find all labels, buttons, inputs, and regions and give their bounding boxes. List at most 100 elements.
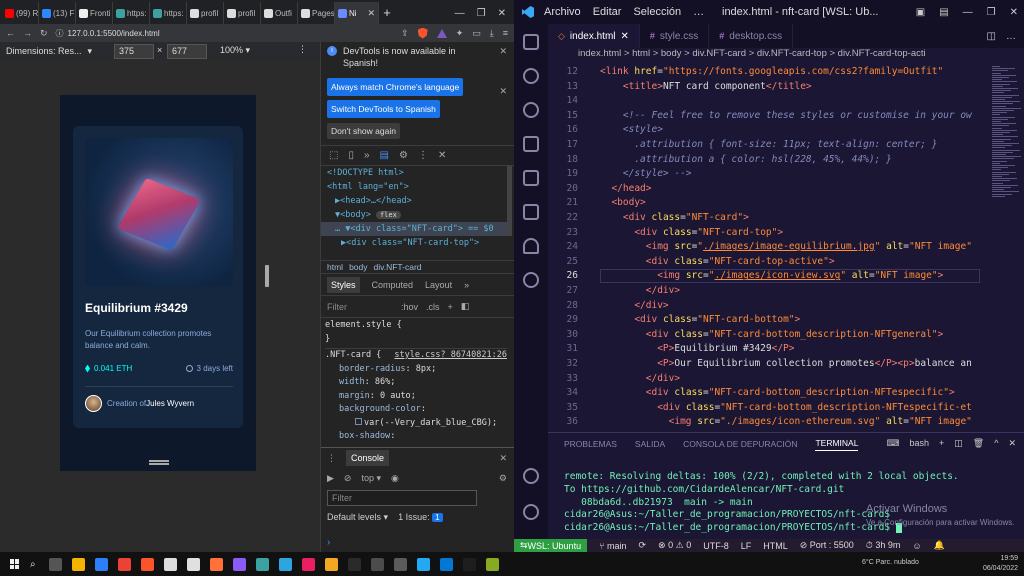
taskbar-app-icon[interactable] <box>462 557 476 571</box>
breadcrumb[interactable]: index.html > html > body > div.NFT-card … <box>548 48 1024 62</box>
code-line[interactable]: .attribution a { color: hsl(228, 45%, 44… <box>600 154 891 165</box>
taskbar-app-icon[interactable] <box>439 557 453 571</box>
minimize-icon[interactable]: — <box>455 8 465 19</box>
issues-button[interactable]: 1 Issue: 1 <box>398 512 443 522</box>
close-icon[interactable]: ✕ <box>1010 7 1018 18</box>
browser-tab[interactable]: Pages <box>298 2 335 24</box>
time-tracker[interactable]: ⏱ 3h 9m <box>866 540 901 551</box>
dont-show-button[interactable]: Don't show again <box>327 123 400 139</box>
css-property[interactable]: background-color: <box>325 403 507 417</box>
width-input[interactable]: 375 <box>114 44 154 59</box>
sidebar-icon[interactable]: ▭ <box>472 28 481 39</box>
tab-layout[interactable]: Layout <box>425 280 452 290</box>
explorer-icon[interactable] <box>523 34 539 50</box>
close-icon[interactable]: ✕ <box>498 8 506 19</box>
trash-icon[interactable]: 🗑 <box>973 438 984 449</box>
code-line[interactable]: <div class="NFT-card"> <box>600 212 749 223</box>
browser-tab[interactable]: profil <box>224 2 261 24</box>
taskbar-app-icon[interactable] <box>163 557 177 571</box>
breadcrumb-item[interactable]: html <box>327 262 343 272</box>
taskbar-app-icon[interactable] <box>255 557 269 571</box>
drawer-menu-icon[interactable]: ⋮ <box>327 453 336 464</box>
start-icon[interactable] <box>10 559 20 569</box>
resize-handle[interactable] <box>265 265 269 287</box>
messages-icon[interactable]: ▤ <box>380 150 389 161</box>
taskbar-app-icon[interactable] <box>140 557 154 571</box>
bottom-resize-handle[interactable] <box>149 460 169 465</box>
css-property[interactable]: var(--Very_dark_blue_CBG); <box>325 417 507 431</box>
menu-archivo[interactable]: Archivo <box>544 6 581 18</box>
problems-status[interactable]: ⊗ 0 ⚠ 0 <box>658 540 691 551</box>
taskbar-app-icon[interactable] <box>370 557 384 571</box>
search-icon[interactable] <box>523 68 539 84</box>
css-property[interactable]: margin: 0 auto; <box>325 390 507 404</box>
browser-tab[interactable]: profil <box>187 2 224 24</box>
browser-tab[interactable]: https: <box>113 2 150 24</box>
taskbar-app-icon[interactable] <box>48 557 62 571</box>
code-line[interactable]: <div class="NFT-card-bottom_description-… <box>600 387 955 398</box>
code-line[interactable]: <img src="./images/image-equilibrium.jpg… <box>600 241 972 252</box>
tab-console[interactable]: Console <box>346 450 390 466</box>
code-line[interactable]: <body> <box>600 197 645 208</box>
taskbar-app-icon[interactable] <box>209 557 223 571</box>
code-line[interactable]: <div class="NFT-card-top"> <box>600 227 783 238</box>
taskbar-app-icon[interactable] <box>393 557 407 571</box>
more-actions-icon[interactable]: … <box>1006 31 1016 42</box>
levels-select[interactable]: Default levels ▾ <box>327 512 388 523</box>
panel-tab-debug-console[interactable]: CONSOLA DE DEPURACIÓN <box>683 439 797 449</box>
browser-tab[interactable]: https: <box>150 2 187 24</box>
code-line[interactable]: <style> <box>600 124 663 135</box>
dimensions-select[interactable]: Dimensions: Res... <box>6 46 82 56</box>
console-settings-icon[interactable]: ⚙ <box>499 473 507 484</box>
manage-gear-icon[interactable] <box>523 504 539 520</box>
clock[interactable]: 19:59 06/04/2022 <box>983 554 1018 574</box>
browser-tab[interactable]: (13) F <box>39 2 76 24</box>
panel-tab-problems[interactable]: PROBLEMAS <box>564 439 617 449</box>
share-icon[interactable]: ⇪ <box>401 28 409 39</box>
browser-tab[interactable]: (99) R <box>2 2 39 24</box>
dom-node[interactable]: <html lang="en"> <box>327 180 507 194</box>
extensions-icon[interactable] <box>523 204 539 220</box>
kebab-icon[interactable]: ⋮ <box>418 150 428 161</box>
download-icon[interactable]: ⤓ <box>490 28 494 39</box>
context-select[interactable]: top ▾ <box>361 473 381 484</box>
dom-node[interactable]: ▶<div class="NFT-card-top"> <box>327 236 507 250</box>
brave-shield-icon[interactable] <box>417 27 428 39</box>
close-panel-icon[interactable]: ✕ <box>1008 438 1016 449</box>
remote-explorer-icon[interactable] <box>523 170 539 186</box>
minimize-icon[interactable]: — <box>963 7 973 18</box>
live-share-icon[interactable] <box>523 238 539 254</box>
tab-computed[interactable]: Computed <box>372 280 414 290</box>
eol[interactable]: LF <box>741 541 752 551</box>
code-line[interactable]: .attribution { font-size: 11px; text-ali… <box>600 139 937 150</box>
live-server-status[interactable]: ⊘ Port : 5500 <box>800 540 854 551</box>
console-filter-input[interactable]: Filter <box>327 490 477 506</box>
taskbar-app-icon[interactable] <box>347 557 361 571</box>
taskbar-app-icon[interactable] <box>94 557 108 571</box>
creator-name[interactable]: Jules Wyvern <box>146 399 194 408</box>
browser-tab[interactable]: Fronti <box>76 2 113 24</box>
dismiss-icon[interactable]: ✕ <box>499 86 507 97</box>
add-terminal-icon[interactable]: + <box>939 438 944 449</box>
code-line[interactable]: <!-- Feel free to remove these styles or… <box>600 110 972 121</box>
color-swatch[interactable] <box>355 417 362 425</box>
nft-title[interactable]: Equilibrium #3429 <box>85 301 188 315</box>
url-field[interactable]: ⓘ 127.0.0.1:5500/index.html <box>56 28 316 39</box>
tab-styles[interactable]: Styles <box>327 276 360 293</box>
style-source-link[interactable]: style.css?_86740821:26 <box>394 349 507 363</box>
taskbar-app-icon[interactable] <box>485 557 499 571</box>
code-editor[interactable]: 12 <link href="https://fonts.googleapis.c… <box>548 62 988 432</box>
taskbar-app-icon[interactable] <box>117 557 131 571</box>
close-tab-icon[interactable]: ✕ <box>367 8 375 19</box>
close-infobar-icon[interactable]: ✕ <box>499 46 507 57</box>
tab-desktop-css[interactable]: # desktop.css <box>709 24 794 48</box>
feedback-icon[interactable]: ☺ <box>912 541 921 551</box>
search-icon[interactable]: ⌕ <box>30 559 36 570</box>
minimap[interactable] <box>988 62 1024 432</box>
forward-icon[interactable]: → <box>23 28 32 38</box>
console-prompt[interactable]: › <box>327 537 330 548</box>
menu-editar[interactable]: Editar <box>593 6 622 18</box>
breadcrumb-item[interactable]: div.NFT-card <box>374 262 422 272</box>
layout-icon[interactable]: ▣ <box>916 7 925 18</box>
code-line[interactable]: <div class="NFT-card-bottom_description-… <box>600 402 972 413</box>
